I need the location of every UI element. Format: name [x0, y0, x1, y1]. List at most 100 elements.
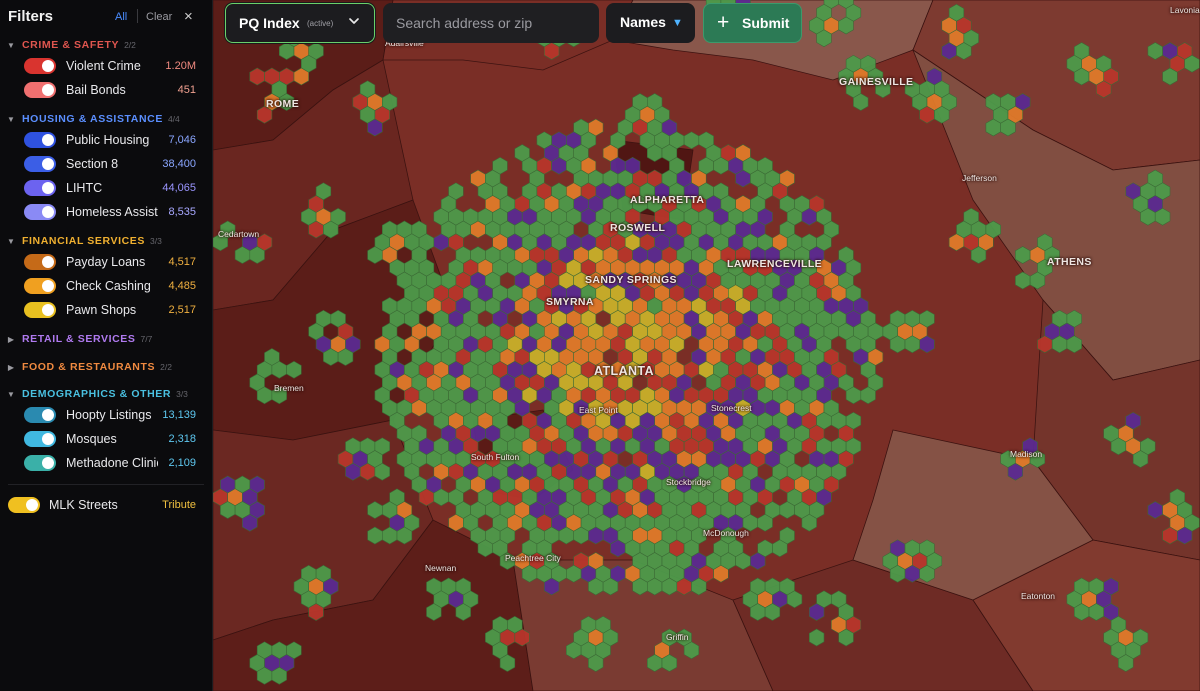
filter-count: 7,046	[168, 134, 196, 146]
filter-item-mosques[interactable]: Mosques 2,318	[0, 429, 213, 449]
group-label: FOOD & RESTAURANTS	[22, 361, 156, 373]
group-count: 3/3	[150, 236, 162, 246]
filter-item-pawn-shops[interactable]: Pawn Shops 2,517	[0, 300, 213, 320]
filter-item-homeless-assistance[interactable]: Homeless Assistance 8,535	[0, 202, 213, 222]
submit-button[interactable]: + Submit	[703, 3, 802, 43]
group-count: 4/4	[167, 114, 180, 124]
filter-count: 4,485	[168, 280, 196, 292]
close-icon[interactable]: ×	[184, 8, 193, 25]
filters-sidebar: Filters All Clear × ▼ CRIME & SAFETY 2/2…	[0, 0, 213, 691]
filter-item-check-cashing[interactable]: Check Cashing 4,485	[0, 276, 213, 296]
group-label: CRIME & SAFETY	[22, 39, 120, 51]
city-label: Stockbridge	[666, 477, 711, 487]
header-divider	[137, 9, 138, 23]
group-crime-safety[interactable]: ▼ CRIME & SAFETY 2/2	[0, 37, 136, 53]
select-all-link[interactable]: All	[115, 11, 127, 23]
chevron-down-icon: ▼	[7, 40, 15, 50]
tribute-tag: Tribute	[162, 499, 196, 511]
filter-item-bail-bonds[interactable]: Bail Bonds 451	[0, 80, 213, 100]
city-label: East Point	[579, 405, 618, 415]
group-count: 2/2	[124, 40, 136, 50]
toggle-switch[interactable]	[24, 204, 56, 220]
filter-label: Methadone Clinics	[66, 456, 158, 470]
chevron-down-icon: ▼	[7, 389, 15, 399]
city-label: Griffin	[666, 632, 689, 642]
toggle-switch[interactable]	[24, 58, 56, 74]
group-demographics-other[interactable]: ▼ DEMOGRAPHICS & OTHER 3/3	[0, 386, 188, 402]
city-label: Peachtree City	[505, 553, 561, 563]
toggle-switch[interactable]	[24, 156, 56, 172]
city-label: South Fulton	[471, 452, 520, 462]
filter-item-mlk-streets[interactable]: MLK Streets Tribute	[0, 495, 213, 515]
filter-label: Pawn Shops	[66, 303, 137, 317]
group-label: RETAIL & SERVICES	[22, 333, 136, 345]
toggle-switch[interactable]	[24, 407, 56, 423]
filter-label: Homeless Assistance	[66, 205, 158, 219]
city-label: SANDY SPRINGS	[585, 274, 677, 286]
filter-count: 4,517	[168, 256, 196, 268]
city-label: SMYRNA	[546, 296, 594, 308]
filter-item-methadone-clinics[interactable]: Methadone Clinics 2,109	[0, 453, 213, 473]
toggle-switch[interactable]	[24, 132, 56, 148]
filter-count: 38,400	[162, 158, 196, 170]
clear-link[interactable]: Clear	[146, 11, 172, 23]
filter-label: Section 8	[66, 157, 119, 171]
city-label: ATHENS	[1047, 256, 1092, 268]
city-label: Lavonia	[1170, 5, 1200, 15]
toggle-switch[interactable]	[24, 82, 56, 98]
filter-count: 13,139	[162, 409, 196, 421]
filter-label: Hoopty Listings	[66, 408, 152, 422]
filter-label: Check Cashing	[66, 279, 151, 293]
city-label: Cedartown	[218, 229, 260, 239]
names-dropdown[interactable]: Names ▼	[606, 3, 695, 43]
filter-item-section-8[interactable]: Section 8 38,400	[0, 154, 213, 174]
pq-index-dropdown[interactable]: PQ Index (active)	[225, 3, 375, 43]
chevron-down-icon: ▼	[7, 236, 15, 246]
group-count: 7/7	[140, 334, 153, 344]
group-financial-services[interactable]: ▼ FINANCIAL SERVICES 3/3	[0, 233, 162, 249]
filter-count: 2,517	[168, 304, 196, 316]
chevron-down-icon	[349, 18, 359, 24]
filter-count: 2,109	[168, 457, 196, 469]
filter-count: 2,318	[168, 433, 196, 445]
filter-count: 8,535	[168, 206, 196, 218]
city-label: ALPHARETTA	[630, 194, 705, 206]
names-label: Names	[620, 14, 666, 30]
hex-map[interactable]: Adairsville ROME GAINESVILLE Lavonia Jeffers…	[213, 0, 1200, 691]
pq-active-status: (active)	[307, 19, 334, 28]
group-retail-services[interactable]: ▶ RETAIL & SERVICES 7/7	[0, 331, 152, 347]
submit-label: Submit	[742, 15, 790, 31]
filter-item-violent-crime[interactable]: Violent Crime 1.20M	[0, 56, 213, 76]
filter-label: Violent Crime	[66, 59, 141, 73]
toggle-switch[interactable]	[24, 302, 56, 318]
search-input[interactable]	[383, 3, 599, 43]
toggle-switch[interactable]	[8, 497, 40, 513]
city-label: ROSWELL	[610, 222, 666, 234]
filter-count: 44,065	[162, 182, 196, 194]
group-food-restaurants[interactable]: ▶ FOOD & RESTAURANTS 2/2	[0, 359, 172, 375]
filter-item-hoopty-listings[interactable]: Hoopty Listings 13,139	[0, 405, 213, 425]
pq-index-label: PQ Index	[239, 15, 300, 31]
sidebar-title: Filters	[8, 8, 54, 25]
group-count: 2/2	[160, 362, 172, 372]
group-label: DEMOGRAPHICS & OTHER	[22, 388, 172, 400]
toggle-switch[interactable]	[24, 278, 56, 294]
filter-item-public-housing[interactable]: Public Housing 7,046	[0, 130, 213, 150]
toggle-switch[interactable]	[24, 254, 56, 270]
toggle-switch[interactable]	[24, 180, 56, 196]
filter-label: MLK Streets	[49, 498, 118, 512]
group-count: 3/3	[176, 389, 188, 399]
filter-count: 451	[177, 84, 196, 96]
toggle-switch[interactable]	[24, 431, 56, 447]
group-housing-assistance[interactable]: ▼ HOUSING & ASSISTANCE 4/4	[0, 111, 180, 127]
city-label: Stonecrest	[711, 403, 752, 413]
filter-count: 1.20M	[165, 60, 196, 72]
toggle-switch[interactable]	[24, 455, 56, 471]
filter-label: Payday Loans	[66, 255, 146, 269]
filter-item-payday-loans[interactable]: Payday Loans 4,517	[0, 252, 213, 272]
city-label: GAINESVILLE	[839, 76, 914, 88]
map-canvas[interactable]	[213, 0, 1200, 691]
plus-icon: +	[717, 11, 730, 34]
filter-item-lihtc[interactable]: LIHTC 44,065	[0, 178, 213, 198]
city-label: Jefferson	[962, 173, 997, 183]
